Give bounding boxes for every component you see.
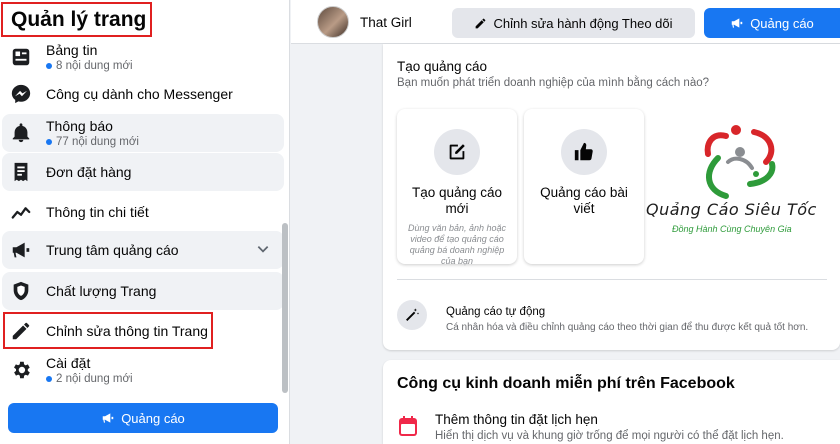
business-tools-title: Công cụ kinh doanh miễn phí trên Faceboo… [397,375,735,392]
sidebar-item-label: Bảng tin [46,42,98,58]
news-feed-icon [8,44,34,70]
sidebar-ads-button[interactable]: Quảng cáo [8,403,278,433]
sidebar-item-count: 77 nội dung mới [46,136,139,148]
sidebar-item-count: 8 nội dung mới [46,60,133,72]
calendar-icon [399,416,417,436]
orders-icon [8,159,34,185]
avatar[interactable] [317,6,349,38]
edit-page-info-highlight [3,312,213,349]
edit-follow-action-button[interactable]: Chỉnh sửa hành động Theo dõi [452,8,695,38]
sidebar-title-highlight: Quản lý trang [1,2,152,37]
sidebar-ads-label: Quảng cáo [121,410,185,426]
create-new-ad-title: Tạo quảng cáo mới [411,185,503,216]
sidebar-item-label: Thông tin chi tiết [46,204,149,220]
create-new-ad-option[interactable]: Tạo quảng cáo mới Dùng văn bản, ảnh hoặc… [397,109,517,266]
create-ad-title: Tạo quảng cáo [397,59,488,74]
sidebar-scrollbar[interactable] [282,223,288,393]
edit-follow-action-label: Chỉnh sửa hành động Theo dõi [493,15,673,31]
sidebar-item-label: Trung tâm quảng cáo [46,242,179,258]
header-ads-button[interactable]: Quảng cáo [704,8,840,38]
boost-post-title: Quảng cáo bài viết [540,185,628,216]
sidebar-item-orders[interactable]: Đơn đặt hàng [2,153,284,191]
automated-ads-desc: Cá nhân hóa và điều chỉnh quảng cáo theo… [446,322,809,333]
sidebar-item-count: 2 nội dung mới [46,373,133,385]
magic-wand-icon [397,300,427,330]
compose-icon [434,129,480,175]
shield-icon [8,278,34,304]
megaphone-icon [731,18,743,28]
sidebar-item-label: Thông báo [46,118,113,134]
new-dot [46,139,52,145]
sidebar-title: Quản lý trang [11,8,147,31]
header-ads-label: Quảng cáo [750,15,814,31]
bell-icon [8,120,34,146]
boost-post-option[interactable]: Quảng cáo bài viết [524,109,644,264]
sidebar: Quản lý trang Bảng tin 8 nội dung mới Cô… [0,0,290,444]
pencil-icon [476,18,486,28]
sidebar-item-news-feed[interactable]: Bảng tin 8 nội dung mới [2,38,284,76]
sidebar-item-messenger[interactable]: Công cụ dành cho Messenger [2,75,284,113]
business-tools-card: Công cụ kinh doanh miễn phí trên Faceboo… [383,360,840,444]
brand-logo-tagline: Đồng Hành Cùng Chuyên Gia [672,224,792,234]
sidebar-item-page-quality[interactable]: Chất lượng Trang [2,272,284,310]
create-ad-subtitle: Bạn muốn phát triển doanh nghiệp của mìn… [397,77,710,89]
appointments-title[interactable]: Thêm thông tin đặt lịch hẹn [435,412,598,427]
insights-icon [8,199,34,225]
sidebar-item-ad-center[interactable]: Trung tâm quảng cáo [2,231,284,269]
chevron-down-icon[interactable] [256,242,270,261]
messenger-icon [8,81,34,107]
megaphone-icon [8,237,34,263]
page-header: That Girl Chỉnh sửa hành động Theo dõi Q… [291,0,840,44]
megaphone-icon [102,413,114,423]
sidebar-item-label: Cài đặt [46,355,91,371]
sidebar-item-label: Chất lượng Trang [46,283,157,299]
page-name[interactable]: That Girl [360,15,412,30]
sidebar-item-notifications[interactable]: Thông báo 77 nội dung mới [2,114,284,152]
gear-icon [8,357,34,383]
brand-logo-name: Quảng Cáo Siêu Tốc [646,200,817,219]
appointments-desc: Hiển thị dịch vụ và khung giờ trống để m… [435,430,784,442]
automated-ads-title[interactable]: Quảng cáo tự động [446,306,545,318]
sidebar-item-insights[interactable]: Thông tin chi tiết [2,193,284,231]
sidebar-item-label: Đơn đặt hàng [46,164,132,180]
brand-logo: Quảng Cáo Siêu Tốc Đồng Hành Cùng Chuyên… [646,122,840,242]
create-new-ad-desc: Dùng văn bản, ảnh hoặc video để tạo quản… [407,223,507,266]
sidebar-item-settings[interactable]: Cài đặt 2 nội dung mới [2,351,284,389]
sidebar-item-label: Công cụ dành cho Messenger [46,86,233,102]
brand-logo-mark [704,125,776,199]
divider [397,279,827,280]
new-dot [46,376,52,382]
thumbs-up-icon [561,129,607,175]
new-dot [46,63,52,69]
